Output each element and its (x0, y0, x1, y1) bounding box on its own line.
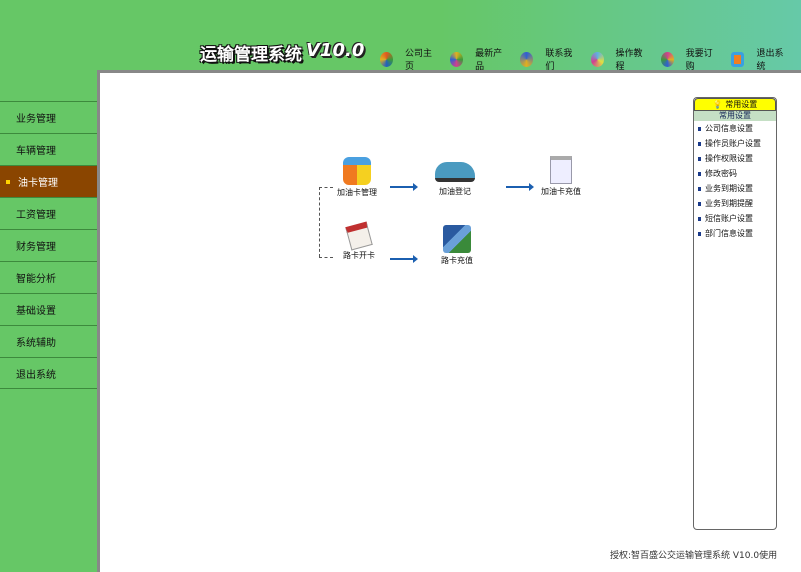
sidebar-item-system-aid[interactable]: 系统辅助 (0, 325, 97, 357)
bullet-icon (698, 201, 701, 206)
bullet-icon (698, 231, 701, 236)
link-label: 短信账户设置 (705, 214, 753, 223)
nav-order[interactable]: 我要订购 (660, 46, 717, 72)
settings-link-password[interactable]: 修改密码 (694, 166, 776, 181)
link-label: 修改密码 (705, 169, 737, 178)
flow-label: 路卡充值 (441, 256, 473, 265)
flow-label: 加油卡管理 (337, 188, 377, 197)
flow-label: 加油登记 (439, 187, 471, 196)
bullet-icon (698, 216, 701, 221)
calendar-icon (345, 221, 373, 251)
sidebar-item-label: 车辆管理 (16, 146, 56, 157)
settings-link-sms-account[interactable]: 短信账户设置 (694, 211, 776, 226)
header: 运输管理系统 V10.0 公司主页 最新产品 联系我们 操作教程 我要订购 退出… (0, 0, 801, 72)
nav-exit[interactable]: 退出系统 (730, 46, 787, 72)
sidebar: 业务管理 车辆管理 油卡管理 工资管理 财务管理 智能分析 基础设置 系统辅助 … (0, 101, 97, 389)
sidebar-item-salary[interactable]: 工资管理 (0, 197, 97, 229)
settings-link-expiry-settings[interactable]: 业务到期设置 (694, 181, 776, 196)
sidebar-item-exit[interactable]: 退出系统 (0, 357, 97, 389)
tutorial-icon (590, 51, 604, 67)
nav-label: 操作教程 (615, 49, 643, 72)
sidebar-item-label: 智能分析 (16, 274, 56, 285)
common-settings-panel: 💡 常用设置 常用设置 公司信息设置 操作员账户设置 操作权限设置 修改密码 业… (693, 97, 777, 530)
order-icon (660, 51, 674, 67)
sidebar-item-business[interactable]: 业务管理 (0, 101, 97, 133)
flow-label: 加油卡充值 (541, 187, 581, 196)
sidebar-item-analysis[interactable]: 智能分析 (0, 261, 97, 293)
flow-arrow (390, 183, 418, 191)
link-label: 操作员账户设置 (705, 139, 761, 148)
sidebar-item-vehicles[interactable]: 车辆管理 (0, 133, 97, 165)
flow-arrow (390, 255, 418, 263)
sidebar-item-label: 系统辅助 (16, 338, 56, 349)
sidebar-item-label: 财务管理 (16, 242, 56, 253)
sidebar-item-label: 油卡管理 (18, 178, 58, 189)
panel-title: 常用设置 (725, 100, 758, 109)
nav-products[interactable]: 最新产品 (450, 46, 506, 72)
pen-book-icon (443, 225, 471, 253)
nav-label: 退出系统 (756, 49, 784, 72)
sidebar-item-basic-settings[interactable]: 基础设置 (0, 293, 97, 325)
settings-link-company[interactable]: 公司信息设置 (694, 121, 776, 136)
link-label: 公司信息设置 (705, 124, 753, 133)
link-label: 部门信息设置 (705, 229, 753, 238)
car-icon (435, 162, 475, 182)
nav-label: 最新产品 (475, 49, 503, 72)
nav-label: 联系我们 (545, 49, 573, 72)
panel-subtitle: 常用设置 (694, 111, 776, 121)
bullet-icon (698, 156, 701, 161)
settings-link-department[interactable]: 部门信息设置 (694, 226, 776, 241)
flow-connector (319, 187, 333, 188)
flow-connector (319, 187, 320, 257)
lightbulb-icon: 💡 (712, 100, 723, 109)
settings-link-expiry-reminder[interactable]: 业务到期提醒 (694, 196, 776, 211)
flow-fuel-card-recharge[interactable]: 加油卡充值 (541, 156, 581, 197)
sidebar-item-label: 基础设置 (16, 306, 56, 317)
bullet-icon (698, 186, 701, 191)
bullet-icon (698, 126, 701, 131)
sidebar-item-label: 业务管理 (16, 114, 56, 125)
nav-contact[interactable]: 联系我们 (520, 46, 576, 72)
link-label: 业务到期提醒 (705, 199, 753, 208)
nav-tutorial[interactable]: 操作教程 (590, 46, 647, 72)
sidebar-item-fuel-card[interactable]: 油卡管理 (0, 165, 97, 197)
home-icon (380, 51, 393, 67)
settings-link-operator-account[interactable]: 操作员账户设置 (694, 136, 776, 151)
link-label: 业务到期设置 (705, 184, 753, 193)
contact-icon (520, 51, 534, 67)
active-marker-icon (6, 179, 10, 184)
nav-home[interactable]: 公司主页 (380, 46, 436, 72)
bullet-icon (698, 141, 701, 146)
products-icon (450, 51, 464, 67)
license-footer: 授权:智百盛公交运输管理系统 V10.0使用 (610, 551, 778, 561)
flow-fuel-register[interactable]: 加油登记 (435, 162, 475, 197)
flow-fuel-card-mgmt[interactable]: 加油卡管理 (337, 157, 377, 198)
bullet-icon (698, 171, 701, 176)
exit-icon (730, 51, 745, 67)
flow-road-card-recharge[interactable]: 路卡充值 (441, 225, 473, 266)
nav-label: 公司主页 (404, 49, 432, 72)
coins-icon (343, 157, 371, 185)
flow-road-card-open[interactable]: 路卡开卡 (343, 221, 375, 261)
panel-list: 公司信息设置 操作员账户设置 操作权限设置 修改密码 业务到期设置 业务到期提醒… (694, 121, 776, 241)
app-version: V10.0 (306, 40, 365, 61)
sidebar-item-finance[interactable]: 财务管理 (0, 229, 97, 261)
flow-label: 路卡开卡 (343, 251, 375, 260)
flow-arrow (506, 183, 534, 191)
notepad-icon (550, 156, 572, 184)
sidebar-item-label: 工资管理 (16, 210, 56, 221)
sidebar-item-label: 退出系统 (16, 369, 56, 381)
nav-label: 我要订购 (685, 49, 713, 72)
app-title: 运输管理系统 (200, 45, 302, 65)
settings-link-permissions[interactable]: 操作权限设置 (694, 151, 776, 166)
panel-header: 💡 常用设置 (694, 98, 776, 111)
top-nav: 公司主页 最新产品 联系我们 操作教程 我要订购 退出系统 (380, 46, 801, 72)
flow-connector (319, 257, 333, 258)
link-label: 操作权限设置 (705, 154, 753, 163)
